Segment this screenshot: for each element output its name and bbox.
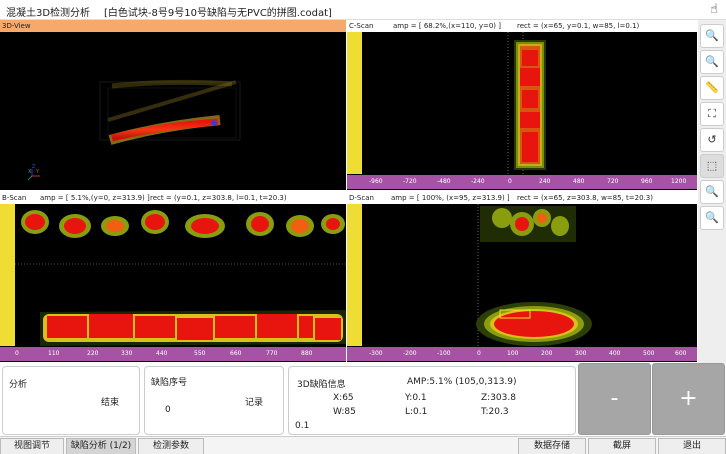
b-scan-tick: 440 <box>156 350 168 357</box>
d-scan-amp: amp = [ 100%, (x=95, z=313.9) ] <box>391 194 510 202</box>
c-scan-tick: 0 <box>508 178 512 185</box>
b-scan-vertical-ruler <box>0 204 15 346</box>
b-scan-label: B-Scan <box>2 194 27 202</box>
d-scan-vertical-ruler <box>347 204 362 346</box>
zoom-out-icon-2[interactable]: 🔍 <box>700 206 724 230</box>
b-scan-amp: amp = [ 5.1%,(y=0, z=313.9) ] <box>40 194 150 202</box>
c-scan-view[interactable]: C-Scan amp = [ 68.2%,(x=110, y=0) ] rect… <box>347 20 697 190</box>
b-scan-tick: 330 <box>121 350 133 357</box>
record-button[interactable]: 记录 <box>245 395 263 408</box>
fit-screen-icon[interactable]: ⛶ <box>700 102 724 126</box>
defect-number-panel: 缺陷序号 0 记录 <box>144 366 284 435</box>
c-scan-canvas <box>507 32 546 174</box>
view-3d[interactable]: 3D-View X Y Z <box>0 20 346 190</box>
defect-w: W:85 <box>333 407 356 417</box>
c-scan-tick: 960 <box>641 178 653 185</box>
d-scan-tick: -300 <box>369 350 383 357</box>
b-scan-canvas <box>15 210 346 346</box>
c-scan-tick: 480 <box>573 178 585 185</box>
d-scan-view[interactable]: D-Scan amp = [ 100%, (x=95, z=313.9) ] r… <box>347 192 697 362</box>
c-scan-tick: -960 <box>369 178 383 185</box>
zoom-out-icon[interactable]: 🔍 <box>700 50 724 74</box>
b-scan-tick: 110 <box>48 350 60 357</box>
plus-button[interactable]: + <box>652 363 725 435</box>
defect-info-title: 3D缺陷信息 <box>297 380 346 390</box>
exit-button[interactable]: 退出 <box>658 438 726 454</box>
c-scan-label: C-Scan <box>349 22 374 30</box>
view-3d-canvas: X Y Z <box>27 79 241 181</box>
defect-t: T:20.3 <box>481 407 509 417</box>
b-scan-header: B-Scan amp = [ 5.1%,(y=0, z=313.9) ] rec… <box>0 192 346 204</box>
defect-number-label: 缺陷序号 <box>151 378 188 388</box>
d-scan-tick: 100 <box>507 350 519 357</box>
zoom-in-icon-2[interactable]: 🔍 <box>700 180 724 204</box>
c-scan-tick: -480 <box>437 178 451 185</box>
c-scan-amp: amp = [ 68.2%,(x=110, y=0) ] <box>393 22 501 30</box>
save-button[interactable]: 数据存储 <box>518 438 586 454</box>
defect-info-panel: 3D缺陷信息 AMP:5.1% (105,0,313.9) X:65 Y:0.1… <box>288 366 576 435</box>
b-scan-tick: 0 <box>15 350 19 357</box>
c-scan-horizontal-ruler: -960 -720 -480 -240 0 240 480 720 960 12… <box>347 175 697 189</box>
tab-view-adjust[interactable]: 视图调节 <box>0 438 64 454</box>
c-scan-tick: 240 <box>539 178 551 185</box>
c-scan-tick: -240 <box>471 178 485 185</box>
defect-l: L:0.1 <box>405 407 428 417</box>
axis-z-label: Z <box>32 164 36 170</box>
d-scan-header: D-Scan amp = [ 100%, (x=95, z=313.9) ] r… <box>347 192 697 204</box>
screenshot-button[interactable]: 截屏 <box>588 438 656 454</box>
defect-y: Y:0.1 <box>405 393 427 403</box>
b-scan-rect: rect = (y=0.1, z=303.8, l=0.1, t=20.3) <box>150 194 287 202</box>
d-scan-rect: rect = (x=65, z=303.8, w=85, t=20.3) <box>517 194 653 202</box>
axis-y-label: Y <box>35 169 40 175</box>
tool-sidebar: 🔍 🔍 📏 ⛶ ↺ ⬚ 🔍 🔍 <box>698 20 726 364</box>
b-scan-tick: 550 <box>194 350 206 357</box>
d-scan-canvas <box>476 204 592 346</box>
title-bar: 混凝土3D检测分析 [白色试块-8号9号10号缺陷与无PVC的拼图.codat]… <box>0 0 726 20</box>
b-scan-tick: 660 <box>230 350 242 357</box>
d-scan-tick: -200 <box>403 350 417 357</box>
bottom-tab-bar: 视图调节 缺陷分析 (1/2) 检测参数 数据存储 截屏 退出 <box>0 436 726 454</box>
defect-z: Z:303.8 <box>481 393 516 403</box>
defect-amp: AMP:5.1% (105,0,313.9) <box>407 377 517 387</box>
analysis-label: 分析 <box>9 380 28 390</box>
d-scan-label: D-Scan <box>349 194 374 202</box>
ruler-icon[interactable]: 📏 <box>700 76 724 100</box>
c-scan-rect: rect = (x=65, y=0.1, w=85, l=0.1) <box>517 22 640 30</box>
b-scan-tick: 220 <box>87 350 99 357</box>
d-scan-tick: 200 <box>541 350 553 357</box>
zoom-in-icon[interactable]: 🔍 <box>700 24 724 48</box>
end-button[interactable]: 结束 <box>101 395 119 408</box>
d-scan-tick: 500 <box>643 350 655 357</box>
d-scan-horizontal-ruler: -300 -200 -100 0 100 200 300 400 500 600 <box>347 347 697 361</box>
b-scan-tick: 880 <box>301 350 313 357</box>
defect-x: X:65 <box>333 393 354 403</box>
b-scan-tick: 770 <box>266 350 278 357</box>
d-scan-tick: -100 <box>437 350 451 357</box>
defect-extra: 0.1 <box>295 421 310 431</box>
file-name: [白色试块-8号9号10号缺陷与无PVC的拼图.codat] <box>104 8 332 19</box>
select-region-icon[interactable]: ⬚ <box>700 154 724 178</box>
c-scan-tick: -720 <box>403 178 417 185</box>
c-scan-tick: 1200 <box>671 178 687 185</box>
c-scan-header: C-Scan amp = [ 68.2%,(x=110, y=0) ] rect… <box>347 20 697 32</box>
d-scan-tick: 0 <box>477 350 481 357</box>
defect-number-value: 0 <box>165 405 171 415</box>
minus-button[interactable]: - <box>578 363 651 435</box>
reset-icon[interactable]: ↺ <box>700 128 724 152</box>
d-scan-tick: 400 <box>609 350 621 357</box>
tab-defect-analysis[interactable]: 缺陷分析 (1/2) <box>66 438 136 454</box>
c-scan-vertical-ruler <box>347 32 362 174</box>
b-scan-view[interactable]: B-Scan amp = [ 5.1%,(y=0, z=313.9) ] rec… <box>0 192 346 362</box>
c-scan-tick: 720 <box>607 178 619 185</box>
app-title: 混凝土3D检测分析 <box>6 8 91 19</box>
analysis-panel: 分析 结束 <box>2 366 140 435</box>
b-scan-horizontal-ruler: 0 110 220 330 440 550 660 770 880 <box>0 347 346 361</box>
d-scan-tick: 300 <box>575 350 587 357</box>
glove-icon[interactable]: ☝ <box>710 2 718 17</box>
tab-params[interactable]: 检测参数 <box>138 438 204 454</box>
d-scan-tick: 600 <box>675 350 687 357</box>
